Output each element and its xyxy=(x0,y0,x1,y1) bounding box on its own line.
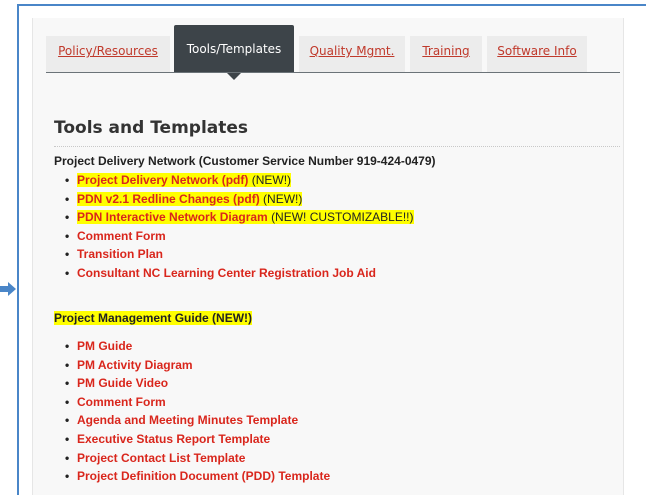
link-pm-activity-diagram[interactable]: PM Activity Diagram xyxy=(77,358,193,372)
bullet: • xyxy=(65,339,70,353)
list-item: • PM Guide Video xyxy=(60,374,600,393)
tab-policy-resources[interactable]: Policy/Resources xyxy=(46,36,170,72)
tab-tools-templates[interactable]: Tools/Templates xyxy=(174,25,294,80)
divider xyxy=(54,146,620,147)
list-item: • Project Definition Document (PDD) Templ… xyxy=(60,467,600,486)
section-title-pm-guide: Project Management Guide (NEW!) xyxy=(54,311,253,325)
window-frame-top xyxy=(17,4,646,6)
list-item: • Consultant NC Learning Center Registrat… xyxy=(60,264,600,283)
highlight: PDN v2.1 Redline Changes (pdf) (NEW!) xyxy=(77,191,303,206)
section-title-pm-guide-text: Project Management Guide (NEW!) xyxy=(54,311,253,325)
link-project-contact-list-template[interactable]: Project Contact List Template xyxy=(77,451,245,465)
list-item: • PDN Interactive Network Diagram (NEW! C… xyxy=(60,208,600,227)
link-pm-guide[interactable]: PM Guide xyxy=(77,339,132,353)
new-badge: (NEW!) xyxy=(248,173,292,187)
list-item: • PM Guide xyxy=(60,337,600,356)
link-project-delivery-network-pdf[interactable]: Project Delivery Network (pdf) xyxy=(77,173,248,187)
bullet: • xyxy=(65,173,70,187)
arrow-right-icon xyxy=(0,282,16,296)
bullet: • xyxy=(65,191,70,206)
list-item: • Project Contact List Template xyxy=(60,449,600,468)
bullet: • xyxy=(65,394,70,409)
link-comment-form[interactable]: Comment Form xyxy=(77,229,166,243)
active-tab-indicator xyxy=(226,72,242,80)
link-pdn-redline-changes[interactable]: PDN v2.1 Redline Changes (pdf) xyxy=(77,192,260,206)
bullet: • xyxy=(65,228,70,243)
list-item: • Project Delivery Network (pdf) (NEW!) xyxy=(60,171,600,190)
list-item: • Comment Form xyxy=(60,393,600,412)
list-item: • PM Activity Diagram xyxy=(60,356,600,375)
highlight: Project Delivery Network (pdf) (NEW!) xyxy=(77,173,292,187)
tab-quality-mgmt[interactable]: Quality Mgmt. xyxy=(299,36,405,72)
list-item: • Transition Plan xyxy=(60,245,600,264)
bullet: • xyxy=(65,413,70,428)
link-transition-plan[interactable]: Transition Plan xyxy=(77,247,163,261)
link-agenda-meeting-minutes-template[interactable]: Agenda and Meeting Minutes Template xyxy=(77,413,298,427)
bullet: • xyxy=(65,265,70,280)
highlight: PDN Interactive Network Diagram (NEW! CU… xyxy=(77,210,414,225)
list-item: • Comment Form xyxy=(60,227,600,246)
bullet: • xyxy=(65,247,70,262)
bullet: • xyxy=(65,357,70,372)
window-frame-left xyxy=(17,4,19,495)
link-pdn-interactive-network-diagram[interactable]: PDN Interactive Network Diagram xyxy=(77,210,271,224)
link-comment-form-pm[interactable]: Comment Form xyxy=(77,395,166,409)
link-executive-status-report-template[interactable]: Executive Status Report Template xyxy=(77,432,270,446)
tab-bar-underline xyxy=(46,72,620,73)
pdn-link-list: • Project Delivery Network (pdf) (NEW!) •… xyxy=(60,171,600,283)
bullet: • xyxy=(65,469,70,484)
tab-bar: Policy/Resources Tools/Templates Quality… xyxy=(46,25,620,80)
tab-software-info[interactable]: Software Info xyxy=(487,36,587,72)
pm-link-list: • PM Guide • PM Activity Diagram • PM Guide… xyxy=(60,337,600,486)
list-item: • Executive Status Report Template xyxy=(60,430,600,449)
new-badge: (NEW! CUSTOMIZABLE!!) xyxy=(271,210,414,225)
tab-tools-templates-label: Tools/Templates xyxy=(186,42,282,56)
list-item: • Agenda and Meeting Minutes Template xyxy=(60,411,600,430)
section-title-pdn: Project Delivery Network (Customer Servi… xyxy=(54,154,436,168)
tab-training[interactable]: Training xyxy=(410,36,482,72)
bullet: • xyxy=(65,376,70,391)
page-title: Tools and Templates xyxy=(54,118,249,138)
bullet: • xyxy=(65,431,70,446)
list-item: • PDN v2.1 Redline Changes (pdf) (NEW!) xyxy=(60,190,600,209)
link-project-definition-document-template[interactable]: Project Definition Document (PDD) Templa… xyxy=(77,469,330,483)
new-badge: (NEW!) xyxy=(259,191,303,206)
link-consultant-learning-center-job-aid[interactable]: Consultant NC Learning Center Registrati… xyxy=(77,266,376,280)
bullet: • xyxy=(65,450,70,465)
link-pm-guide-video[interactable]: PM Guide Video xyxy=(77,376,168,390)
bullet: • xyxy=(65,210,70,225)
